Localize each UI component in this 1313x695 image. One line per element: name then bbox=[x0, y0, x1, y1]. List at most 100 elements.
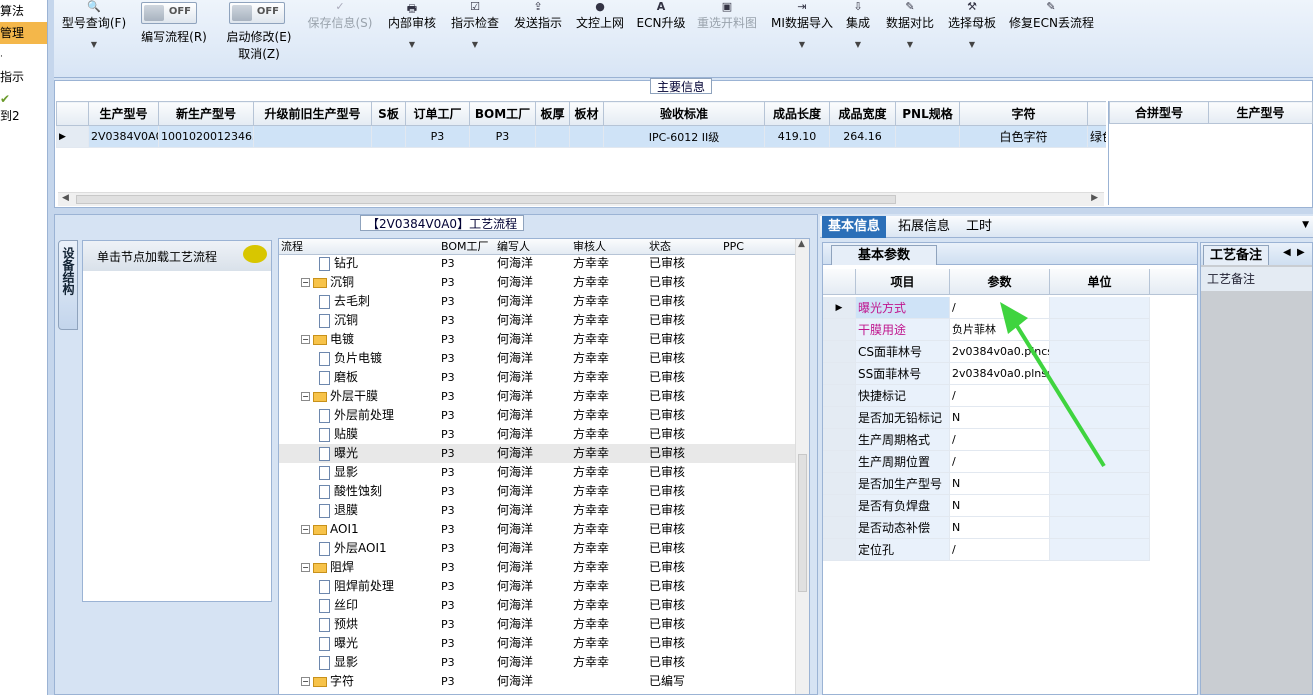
select-mother-board-button[interactable]: ⚒ 选择母板 ▼ bbox=[944, 0, 1000, 54]
column-header[interactable]: PPC bbox=[723, 239, 744, 255]
tree-row[interactable]: 酸性蚀刻 P3 何海洋 方幸幸 已审核 bbox=[279, 482, 799, 501]
chevron-down-icon[interactable]: ▼ bbox=[386, 40, 438, 54]
nav-item[interactable]: · bbox=[0, 44, 47, 66]
row-selector[interactable] bbox=[823, 319, 856, 341]
instruction-check-button[interactable]: ☑ 指示检查 ▼ bbox=[449, 0, 501, 54]
tree-row[interactable]: − 外层干膜 P3 何海洋 方幸幸 已审核 bbox=[279, 387, 799, 406]
collapse-icon[interactable]: − bbox=[301, 278, 310, 287]
param-row[interactable]: 是否有负焊盘 N bbox=[823, 495, 1197, 517]
tree-node[interactable]: 曝光 bbox=[319, 634, 358, 653]
tab-work-hours[interactable]: 工时 bbox=[960, 216, 998, 238]
tree-node[interactable]: 沉铜 bbox=[319, 311, 358, 330]
cell[interactable] bbox=[569, 125, 604, 148]
table-row[interactable]: ▶ 2V0384V0A0 10010200123463 P3 P3 IPC-60… bbox=[56, 125, 1106, 148]
tree-row[interactable]: − 字符 P3 何海洋 已编写 bbox=[279, 672, 799, 691]
chevron-down-icon[interactable]: ▼ bbox=[842, 40, 874, 54]
internal-review-button[interactable]: 🖶 内部审核 ▼ bbox=[386, 0, 438, 54]
tree-node[interactable]: 预烘 bbox=[319, 615, 358, 634]
column-header[interactable]: 板厚 bbox=[535, 101, 570, 126]
row-selector[interactable] bbox=[823, 451, 856, 473]
collapse-icon[interactable]: − bbox=[301, 677, 310, 686]
column-header[interactable]: 板材 bbox=[569, 101, 604, 126]
doc-online-button[interactable]: ● 文控上网 bbox=[574, 0, 626, 32]
chevron-down-icon[interactable]: ▼ bbox=[449, 40, 501, 54]
tree-node[interactable]: − 字符 bbox=[301, 672, 354, 691]
tree-row[interactable]: 外层AOI1 P3 何海洋 方幸幸 已审核 bbox=[279, 539, 799, 558]
tree-node[interactable]: − 电镀 bbox=[301, 330, 354, 349]
row-selector[interactable] bbox=[823, 429, 856, 451]
tree-row[interactable]: 沉铜 P3 何海洋 方幸幸 已审核 bbox=[279, 311, 799, 330]
column-header[interactable]: 阻焊 bbox=[1087, 101, 1106, 126]
row-selector[interactable] bbox=[823, 407, 856, 429]
cell[interactable]: 绿色亚光 bbox=[1087, 125, 1106, 148]
save-info-button[interactable]: ✓ 保存信息(S) bbox=[304, 0, 376, 32]
column-header[interactable]: 成品长度 bbox=[764, 101, 830, 126]
column-header[interactable]: 参数 bbox=[950, 269, 1050, 295]
mi-import-button[interactable]: ⇥ MI数据导入 ▼ bbox=[769, 0, 835, 54]
tree-row[interactable]: 显影 P3 何海洋 方幸幸 已审核 bbox=[279, 653, 799, 672]
row-selector[interactable] bbox=[823, 539, 856, 561]
tree-row[interactable]: 负片电镀 P3 何海洋 方幸幸 已审核 bbox=[279, 349, 799, 368]
cell[interactable]: 2V0384V0A0 bbox=[88, 125, 159, 148]
chevron-down-icon[interactable]: ▼ bbox=[882, 40, 938, 54]
row-selector[interactable] bbox=[823, 385, 856, 407]
cell[interactable] bbox=[535, 125, 570, 148]
chevron-left-icon[interactable]: ◀ bbox=[1283, 247, 1291, 258]
tree-row[interactable]: 外层前处理 P3 何海洋 方幸幸 已审核 bbox=[279, 406, 799, 425]
tree-row[interactable]: 丝印 P3 何海洋 方幸幸 已审核 bbox=[279, 596, 799, 615]
tree-node[interactable]: 磨板 bbox=[319, 368, 358, 387]
tree-row[interactable]: 显影 P3 何海洋 方幸幸 已审核 bbox=[279, 463, 799, 482]
integrate-button[interactable]: ⇩ 集成 ▼ bbox=[842, 0, 874, 54]
tab-process-remarks[interactable]: 工艺备注 bbox=[1203, 245, 1270, 265]
tree-node[interactable]: − 外层干膜 bbox=[301, 387, 378, 406]
column-header[interactable]: 验收标准 bbox=[603, 101, 765, 126]
row-selector[interactable] bbox=[823, 341, 856, 363]
tree-node[interactable]: − 沉铜 bbox=[301, 273, 354, 292]
column-header[interactable]: BOM工厂 bbox=[469, 101, 536, 126]
tree-row[interactable]: 曝光 P3 何海洋 方幸幸 已审核 bbox=[279, 444, 799, 463]
column-header[interactable]: 审核人 bbox=[573, 239, 606, 255]
tree-node[interactable]: 阻焊前处理 bbox=[319, 577, 394, 596]
tree-node[interactable]: 外层前处理 bbox=[319, 406, 394, 425]
row-selector[interactable] bbox=[823, 517, 856, 539]
chevron-right-icon[interactable]: ▶ bbox=[1297, 247, 1305, 258]
cell[interactable]: 419.10 bbox=[764, 125, 830, 148]
tree-row[interactable]: 去毛刺 P3 何海洋 方幸幸 已审核 bbox=[279, 292, 799, 311]
vertical-scrollbar[interactable]: ▲ bbox=[795, 239, 809, 694]
equipment-structure-tab[interactable]: 设备结构 bbox=[58, 240, 78, 330]
row-selector[interactable]: ▶ bbox=[823, 297, 856, 319]
scroll-thumb[interactable] bbox=[798, 454, 807, 592]
cell[interactable]: 10010200123463 bbox=[158, 125, 254, 148]
column-header[interactable]: 合拼型号 bbox=[1109, 101, 1209, 124]
collapse-icon[interactable]: − bbox=[301, 525, 310, 534]
cell[interactable] bbox=[253, 125, 372, 148]
column-header[interactable]: 单位 bbox=[1050, 269, 1150, 295]
tree-node[interactable]: 显影 bbox=[319, 653, 358, 672]
start-edit-toggle[interactable]: OFF bbox=[229, 2, 285, 24]
nav-item-selected[interactable]: 管理 bbox=[0, 22, 47, 44]
column-header[interactable]: S板 bbox=[371, 101, 406, 126]
tree-node[interactable]: 钻孔 bbox=[319, 254, 358, 273]
cell[interactable]: 白色字符 bbox=[959, 125, 1088, 148]
param-value[interactable]: N bbox=[950, 495, 1050, 517]
column-header[interactable]: 流程 bbox=[281, 239, 303, 255]
scroll-right-icon[interactable]: ▶ bbox=[1091, 193, 1098, 203]
write-process-toggle[interactable]: OFF bbox=[141, 2, 197, 24]
column-header[interactable]: 生产型号 bbox=[1208, 101, 1313, 124]
chevron-down-icon[interactable]: ▼ bbox=[1302, 220, 1309, 230]
tree-row[interactable]: 磨板 P3 何海洋 方幸幸 已审核 bbox=[279, 368, 799, 387]
tree-node[interactable]: 去毛刺 bbox=[319, 292, 370, 311]
tree-node[interactable]: 外层AOI1 bbox=[319, 539, 387, 558]
row-selector[interactable]: ▶ bbox=[56, 125, 89, 148]
model-query-button[interactable]: 🔍 型号查询(F) ▼ bbox=[60, 0, 128, 54]
reselect-cutting-button[interactable]: ▣ 重选开料图 bbox=[694, 0, 760, 32]
tree-row[interactable]: 贴膜 P3 何海洋 方幸幸 已审核 bbox=[279, 425, 799, 444]
tab-basic-info[interactable]: 基本信息 bbox=[822, 216, 887, 238]
chevron-down-icon[interactable]: ▼ bbox=[944, 40, 1000, 54]
param-row[interactable]: 是否动态补偿 N bbox=[823, 517, 1197, 539]
column-header[interactable]: 项目 bbox=[856, 269, 950, 295]
ecn-upgrade-button[interactable]: A ECN升级 bbox=[636, 0, 686, 32]
param-row[interactable]: 定位孔 / bbox=[823, 539, 1197, 561]
column-header[interactable]: BOM工厂 bbox=[441, 239, 489, 255]
param-unit[interactable] bbox=[1050, 495, 1150, 517]
